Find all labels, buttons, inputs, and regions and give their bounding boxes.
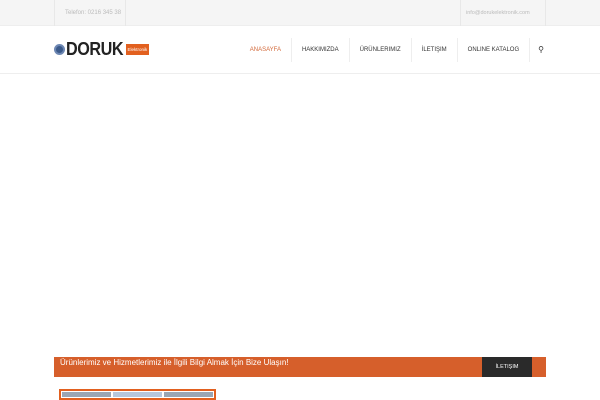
globe-icon [54, 44, 65, 55]
header: DORUK Elektronik ANASAYFA HAKKIMIZDA ÜRÜ… [0, 26, 600, 74]
nav-iletisim[interactable]: İLETIŞIM [410, 38, 457, 62]
logo-text: DORUK [66, 39, 124, 59]
gallery-image[interactable] [113, 392, 162, 397]
nav-anasayfa[interactable]: ANASAYFA [240, 38, 291, 62]
search-icon[interactable]: ⚲ [529, 38, 552, 62]
email-link[interactable]: info@dorukelektronik.com [460, 0, 546, 26]
cta-text: Ürünlerimiz ve Hizmetlerimiz ile İlgili … [60, 358, 289, 367]
nav-urunlerimiz[interactable]: ÜRÜNLERIMIZ [348, 38, 411, 62]
contact-button[interactable]: İLETIŞIM [482, 357, 532, 377]
nav-hakkimizda[interactable]: HAKKIMIZDA [290, 38, 349, 62]
gallery-image[interactable] [62, 392, 111, 397]
logo-badge: Elektronik [125, 44, 150, 55]
gallery-image[interactable] [164, 392, 213, 397]
cta-banner: Ürünlerimiz ve Hizmetlerimiz ile İlgili … [54, 357, 546, 377]
main-nav: ANASAYFA HAKKIMIZDA ÜRÜNLERIMIZ İLETIŞIM… [240, 26, 552, 74]
product-gallery [59, 389, 216, 400]
nav-online-katalog[interactable]: ONLINE KATALOG [456, 38, 529, 62]
phone-text: Telefon: 0216 345 38 55 | [54, 0, 126, 42]
top-bar: Telefon: 0216 345 38 55 | info@dorukelek… [0, 0, 600, 42]
logo[interactable]: DORUK Elektronik [54, 39, 150, 60]
